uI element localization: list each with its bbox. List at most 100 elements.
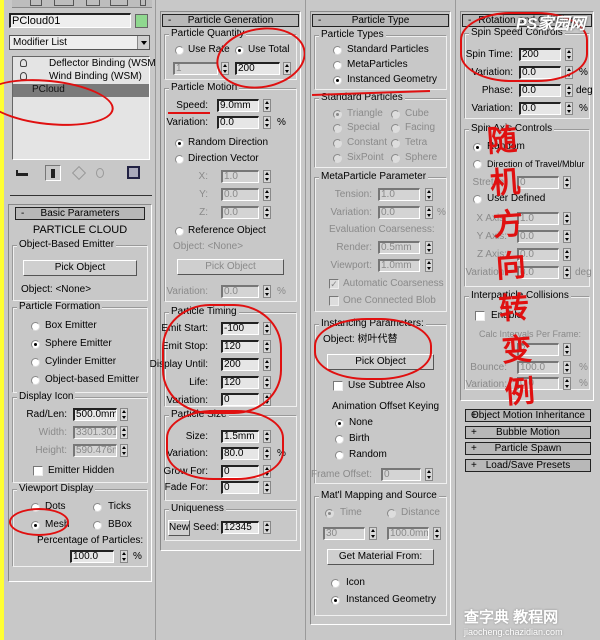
bounce-variation-spinner[interactable] — [563, 377, 571, 390]
use-subtree-checkbox[interactable] — [333, 381, 343, 391]
make-unique-icon[interactable] — [71, 165, 87, 181]
phase-spinner[interactable] — [565, 84, 573, 97]
speed-variation-spinner[interactable] — [263, 116, 271, 129]
x-spinner[interactable] — [263, 170, 271, 183]
stretch-spinner[interactable] — [563, 176, 571, 189]
calc-intervals-spinner[interactable] — [563, 343, 571, 356]
direction-of-travel-radio[interactable] — [473, 160, 482, 169]
user-defined-radio[interactable] — [473, 195, 482, 204]
stack-item[interactable]: Deflector Binding (WSM) — [13, 58, 159, 70]
emitter-hidden-checkbox[interactable] — [33, 466, 43, 476]
tetra-radio[interactable] — [391, 139, 400, 148]
viewport-spinner[interactable] — [425, 259, 433, 272]
radlen-field[interactable]: 500.0mm — [73, 408, 117, 421]
ref-variation-field[interactable]: 0.0 — [221, 285, 259, 298]
y-axis-spinner[interactable] — [563, 230, 571, 243]
object-name-field[interactable]: PCloud01 — [9, 13, 131, 28]
sphere-radio[interactable] — [391, 154, 400, 163]
direction-vector-radio[interactable] — [175, 155, 184, 164]
distance-spinner[interactable] — [433, 527, 441, 540]
chevron-down-icon[interactable] — [137, 36, 149, 49]
configure-modifier-sets-icon[interactable] — [127, 166, 140, 179]
object-color-swatch[interactable] — [135, 14, 148, 28]
phase-variation-spinner[interactable] — [565, 102, 573, 115]
seed-spinner[interactable] — [263, 521, 271, 534]
cylinder-emitter-radio[interactable] — [31, 358, 40, 367]
hierarchy-tab-icon[interactable] — [54, 0, 74, 6]
z-axis-spinner[interactable] — [563, 248, 571, 261]
ticks-radio[interactable] — [93, 503, 102, 512]
random-axis-radio[interactable] — [473, 143, 482, 152]
motion-tab-icon[interactable] — [86, 0, 100, 6]
speed-variation-field[interactable]: 0.0 — [217, 116, 259, 129]
pick-object-button[interactable]: Pick Object — [23, 260, 137, 276]
tension-field[interactable]: 1.0 — [378, 188, 420, 201]
pin-stack-icon[interactable] — [16, 170, 28, 176]
percentage-spinner[interactable] — [120, 550, 128, 563]
enable-collisions-checkbox[interactable] — [475, 311, 485, 321]
display-tab-icon[interactable] — [110, 0, 128, 6]
z-field[interactable]: 0.0 — [221, 206, 259, 219]
cube-radio[interactable] — [391, 110, 400, 119]
utilities-tab-icon[interactable] — [140, 0, 146, 6]
y-spinner[interactable] — [263, 188, 271, 201]
show-end-result-icon[interactable] — [45, 165, 61, 181]
frame-offset-field[interactable]: 0 — [381, 468, 421, 481]
modify-tab-icon[interactable] — [30, 0, 42, 6]
frame-offset-spinner[interactable] — [425, 468, 433, 481]
time-field[interactable]: 30 — [323, 527, 365, 540]
seed-field[interactable]: 12345 — [221, 521, 259, 534]
metaparticles-radio[interactable] — [333, 61, 342, 70]
z-spinner[interactable] — [263, 206, 271, 219]
percentage-field[interactable]: 100.0 — [70, 550, 114, 563]
particle-generation-header[interactable]: - Particle Generation — [162, 14, 299, 27]
speed-field[interactable]: 9.0mm — [217, 99, 259, 112]
instanced-geometry-source-radio[interactable] — [331, 596, 340, 605]
y-field[interactable]: 0.0 — [221, 188, 259, 201]
particle-type-header[interactable]: - Particle Type — [312, 14, 449, 27]
facing-radio[interactable] — [391, 124, 400, 133]
tension-variation-spinner[interactable] — [425, 206, 433, 219]
sixpoint-radio[interactable] — [333, 154, 342, 163]
distance-radio[interactable] — [387, 509, 396, 518]
basic-parameters-header[interactable]: - Basic Parameters — [15, 207, 145, 220]
standard-particles-radio[interactable] — [333, 46, 342, 55]
box-emitter-radio[interactable] — [31, 322, 40, 331]
reference-object-radio[interactable] — [175, 227, 184, 236]
special-radio[interactable] — [333, 124, 342, 133]
modifier-list-dropdown[interactable]: Modifier List — [9, 35, 150, 50]
birth-radio[interactable] — [335, 435, 344, 444]
phase-variation-field[interactable]: 0.0 — [519, 102, 561, 115]
none-radio[interactable] — [335, 419, 344, 428]
rate-field[interactable]: 1 — [173, 62, 218, 75]
height-field[interactable]: 590.476m — [73, 444, 117, 457]
distance-field[interactable]: 100.0mm — [387, 527, 429, 540]
width-spinner[interactable] — [120, 426, 128, 439]
time-radio[interactable] — [325, 509, 334, 518]
particle-spawn-rollout[interactable]: + Particle Spawn — [465, 442, 591, 455]
fade-for-field[interactable]: 0 — [221, 481, 259, 494]
radlen-spinner[interactable] — [120, 408, 128, 421]
time-spinner[interactable] — [369, 527, 377, 540]
instanced-geometry-radio[interactable] — [333, 76, 342, 85]
one-connected-blob-checkbox[interactable] — [329, 296, 339, 306]
remove-modifier-icon[interactable] — [96, 168, 104, 178]
viewport-field[interactable]: 1.0mm — [378, 259, 420, 272]
use-rate-radio[interactable] — [175, 46, 184, 55]
render-spinner[interactable] — [425, 241, 433, 254]
lightbulb-icon[interactable] — [20, 59, 27, 67]
render-field[interactable]: 0.5mm — [378, 241, 420, 254]
get-material-button[interactable]: Get Material From: — [327, 549, 434, 565]
bubble-motion-rollout[interactable]: + Bubble Motion — [465, 426, 591, 439]
bbox-radio[interactable] — [93, 521, 102, 530]
random-radio[interactable] — [335, 451, 344, 460]
random-direction-radio[interactable] — [175, 139, 184, 148]
constant-radio[interactable] — [333, 139, 342, 148]
x-axis-spinner[interactable] — [563, 212, 571, 225]
tension-spinner[interactable] — [425, 188, 433, 201]
sphere-emitter-radio[interactable] — [31, 340, 40, 349]
ref-variation-spinner[interactable] — [263, 285, 271, 298]
tension-variation-field[interactable]: 0.0 — [378, 206, 420, 219]
axis-variation-spinner[interactable] — [563, 266, 571, 279]
bounce-spinner[interactable] — [563, 361, 571, 374]
